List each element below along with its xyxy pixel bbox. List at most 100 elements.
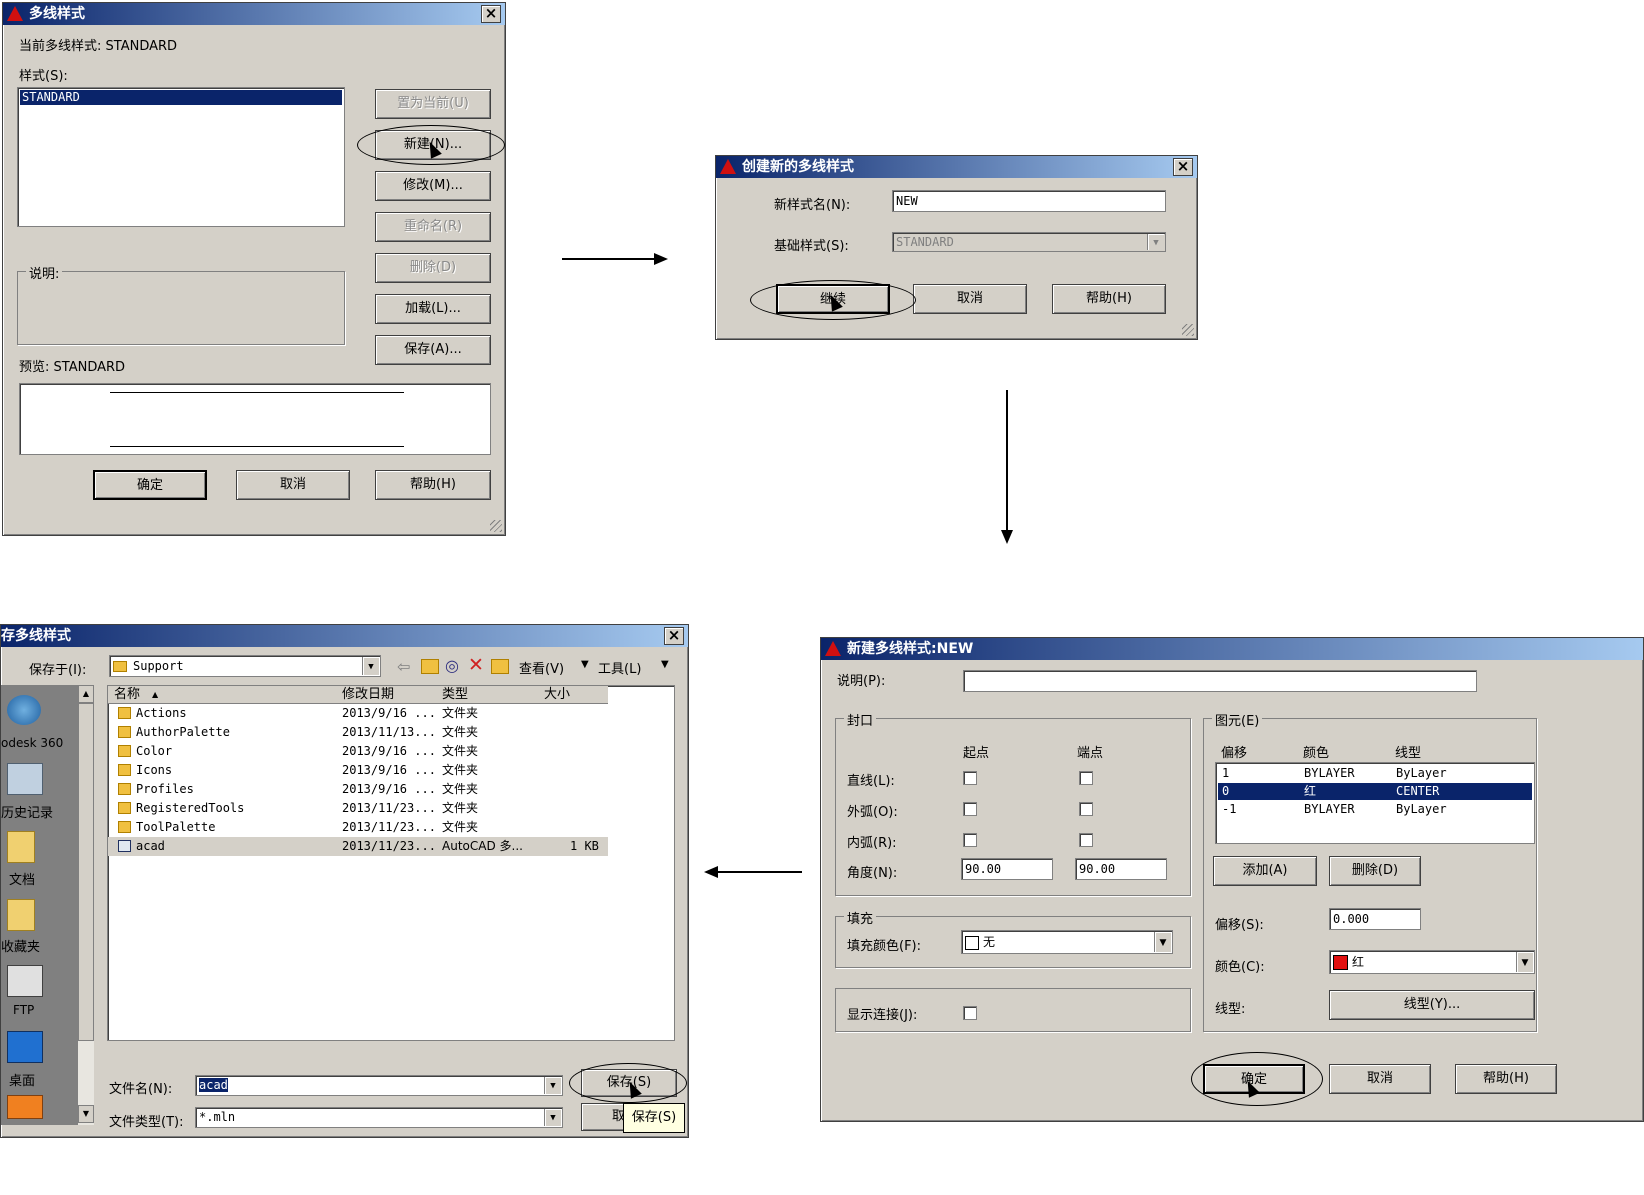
inner-arc-end-checkbox[interactable] bbox=[1079, 833, 1093, 847]
sidebar-scrollbar[interactable]: ▲ ▼ bbox=[77, 685, 94, 1125]
set-current-button[interactable]: 置为当前(U) bbox=[375, 89, 491, 119]
fill-color-select[interactable]: 无 ▼ bbox=[961, 930, 1173, 954]
outer-arc-end-checkbox[interactable] bbox=[1079, 802, 1093, 816]
filetype-select[interactable]: *.mln ▼ bbox=[195, 1107, 563, 1128]
desktop-icon[interactable] bbox=[7, 1031, 43, 1063]
column-header-date[interactable]: 修改日期 bbox=[342, 686, 394, 703]
show-joints-checkbox[interactable] bbox=[963, 1006, 977, 1020]
sidebar-label-favorites[interactable]: 收藏夹 bbox=[1, 936, 40, 955]
element-row[interactable]: 0 红 CENTER bbox=[1218, 783, 1532, 800]
chevron-down-icon[interactable]: ▼ bbox=[1154, 932, 1171, 952]
file-list[interactable]: 名称 ▲ 修改日期 类型 大小 Actions 2013/9/16 ... 文件夹 A… bbox=[107, 685, 675, 1041]
scroll-down-icon[interactable]: ▼ bbox=[78, 1105, 94, 1123]
element-row[interactable]: -1 BYLAYER ByLayer bbox=[1218, 801, 1532, 818]
line-end-checkbox[interactable] bbox=[1079, 771, 1093, 785]
title-bar[interactable]: 存多线样式 × bbox=[1, 625, 688, 647]
resize-grip-icon[interactable] bbox=[490, 520, 502, 532]
close-icon[interactable]: × bbox=[1173, 158, 1193, 176]
angle-start-input[interactable]: 90.00 bbox=[961, 858, 1053, 880]
search-web-icon[interactable]: ◎ bbox=[445, 656, 459, 675]
chevron-down-icon[interactable]: ▼ bbox=[544, 1077, 561, 1094]
file-date: 2013/11/13... bbox=[342, 725, 436, 739]
ok-button[interactable]: 确定 bbox=[93, 470, 207, 500]
save-in-select[interactable]: Support ▼ bbox=[109, 655, 381, 677]
file-row[interactable]: ToolPalette 2013/11/23... 文件夹 bbox=[108, 818, 608, 837]
file-row[interactable]: AuthorPalette 2013/11/13... 文件夹 bbox=[108, 723, 608, 742]
close-icon[interactable]: × bbox=[664, 627, 684, 645]
view-menu[interactable]: 查看(V) bbox=[519, 658, 564, 677]
chevron-down-icon[interactable]: ▼ bbox=[544, 1109, 561, 1126]
new-name-input[interactable]: NEW bbox=[892, 190, 1166, 212]
buzzsaw-icon[interactable] bbox=[7, 1095, 43, 1119]
column-header-name[interactable]: 名称 bbox=[114, 686, 140, 703]
delete-button[interactable]: 删除(D) bbox=[375, 253, 491, 283]
back-icon[interactable]: ⇦ bbox=[397, 657, 410, 676]
file-row[interactable]: acad 2013/11/23... AutoCAD 多... 1 KB bbox=[108, 837, 608, 856]
description-input[interactable] bbox=[963, 670, 1477, 692]
delete-icon[interactable]: ✕ bbox=[468, 654, 484, 676]
cancel-button[interactable]: 取消 bbox=[1329, 1064, 1431, 1094]
sidebar-label-360[interactable]: odesk 360 bbox=[1, 736, 63, 750]
column-header-size[interactable]: 大小 bbox=[544, 686, 570, 703]
history-icon[interactable] bbox=[7, 763, 43, 795]
delete-element-button[interactable]: 删除(D) bbox=[1329, 856, 1421, 886]
close-icon[interactable]: × bbox=[481, 5, 501, 23]
filename-value[interactable]: acad bbox=[199, 1078, 228, 1092]
cancel-button[interactable]: 取消 bbox=[236, 470, 350, 500]
help-button[interactable]: 帮助(H) bbox=[1052, 284, 1166, 314]
file-row[interactable]: RegisteredTools 2013/11/23... 文件夹 bbox=[108, 799, 608, 818]
help-button[interactable]: 帮助(H) bbox=[1455, 1064, 1557, 1094]
no-color-swatch bbox=[965, 935, 979, 950]
color-select[interactable]: 红 ▼ bbox=[1329, 950, 1535, 974]
folder-icon bbox=[118, 745, 131, 757]
inner-arc-start-checkbox[interactable] bbox=[963, 833, 977, 847]
resize-grip-icon[interactable] bbox=[1182, 324, 1194, 336]
file-row[interactable]: Color 2013/9/16 ... 文件夹 bbox=[108, 742, 608, 761]
file-row[interactable]: Profiles 2013/9/16 ... 文件夹 bbox=[108, 780, 608, 799]
documents-icon[interactable] bbox=[7, 831, 35, 863]
offset-input[interactable]: 0.000 bbox=[1329, 908, 1421, 930]
chevron-down-icon[interactable]: ▼ bbox=[1147, 234, 1164, 250]
up-folder-icon[interactable] bbox=[421, 659, 439, 674]
chevron-down-icon[interactable]: ▼ bbox=[661, 659, 669, 670]
new-folder-icon[interactable] bbox=[491, 659, 509, 674]
title-bar[interactable]: 多线样式 × bbox=[3, 3, 505, 25]
color-label: 颜色(C): bbox=[1215, 960, 1265, 975]
linetype-button[interactable]: 线型(Y)... bbox=[1329, 990, 1535, 1020]
scroll-thumb[interactable] bbox=[78, 703, 94, 1041]
favorites-icon[interactable] bbox=[7, 899, 35, 931]
base-style-select[interactable]: STANDARD ▼ bbox=[892, 232, 1166, 252]
element-row[interactable]: 1 BYLAYER ByLayer bbox=[1218, 765, 1532, 782]
load-button[interactable]: 加载(L)... bbox=[375, 294, 491, 324]
add-element-button[interactable]: 添加(A) bbox=[1213, 856, 1317, 886]
file-row[interactable]: Actions 2013/9/16 ... 文件夹 bbox=[108, 704, 608, 723]
outer-arc-start-checkbox[interactable] bbox=[963, 802, 977, 816]
chevron-down-icon[interactable]: ▼ bbox=[581, 659, 589, 670]
sidebar-label-desktop[interactable]: 桌面 bbox=[9, 1070, 35, 1089]
file-row[interactable]: Icons 2013/9/16 ... 文件夹 bbox=[108, 761, 608, 780]
save-button[interactable]: 保存(A)... bbox=[375, 335, 491, 365]
column-header-type[interactable]: 类型 bbox=[442, 686, 468, 703]
style-list-item[interactable]: STANDARD bbox=[20, 90, 342, 105]
chevron-down-icon[interactable]: ▼ bbox=[1516, 952, 1533, 972]
cancel-button[interactable]: 取消 bbox=[913, 284, 1027, 314]
elements-list[interactable]: 1 BYLAYER ByLayer 0 红 CENTER -1 BYLAYER ByLayer bbox=[1215, 762, 1535, 844]
title-bar[interactable]: 创建新的多线样式 × bbox=[716, 156, 1197, 178]
title-bar[interactable]: 新建多线样式:NEW bbox=[821, 638, 1643, 660]
help-button[interactable]: 帮助(H) bbox=[375, 470, 491, 500]
sidebar-label-history[interactable]: 历史记录 bbox=[1, 802, 53, 821]
line-start-checkbox[interactable] bbox=[963, 771, 977, 785]
rename-button[interactable]: 重命名(R) bbox=[375, 212, 491, 242]
style-list[interactable]: STANDARD bbox=[17, 87, 345, 227]
sidebar-label-documents[interactable]: 文档 bbox=[9, 869, 35, 888]
scroll-up-icon[interactable]: ▲ bbox=[78, 685, 94, 703]
filename-input[interactable]: acad ▼ bbox=[195, 1075, 563, 1096]
element-color: BYLAYER bbox=[1304, 766, 1355, 780]
modify-button[interactable]: 修改(M)... bbox=[375, 171, 491, 201]
sidebar-label-ftp[interactable]: FTP bbox=[13, 1003, 34, 1017]
angle-end-input[interactable]: 90.00 bbox=[1075, 858, 1167, 880]
chevron-down-icon[interactable]: ▼ bbox=[362, 657, 379, 675]
ftp-icon[interactable] bbox=[7, 965, 43, 997]
tools-menu[interactable]: 工具(L) bbox=[598, 658, 641, 677]
cloud-icon[interactable] bbox=[7, 695, 41, 725]
